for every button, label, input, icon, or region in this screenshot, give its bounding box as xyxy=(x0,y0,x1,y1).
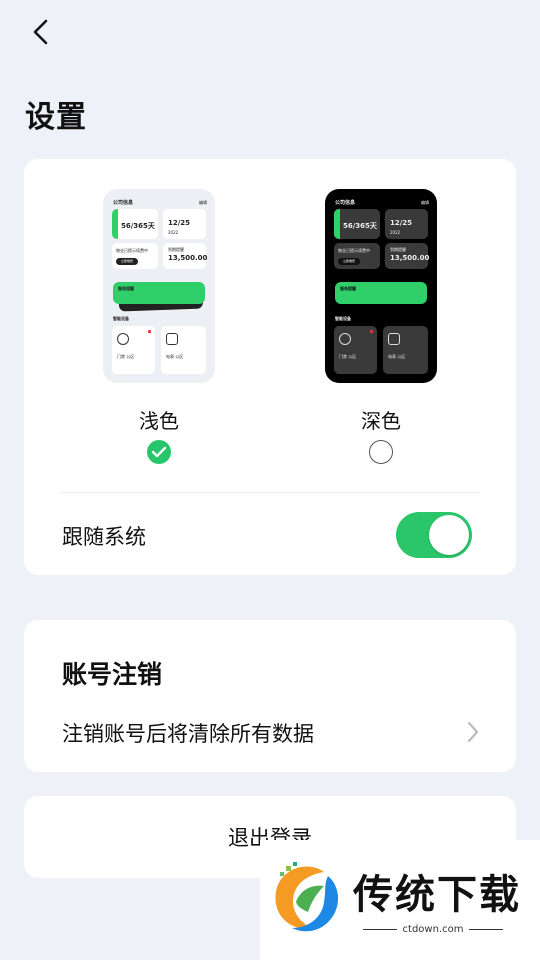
dark-theme-preview[interactable]: 公司信息 编辑 56/365天 12/25 2022 物业已提示续费中 立即缴费… xyxy=(325,189,437,383)
divider xyxy=(60,492,480,493)
preview-notice: 服务提醒 xyxy=(335,282,427,304)
chevron-right-icon xyxy=(467,721,479,743)
preview-days-card: 56/365天 xyxy=(112,209,158,239)
preview-pill: 立即缴费 xyxy=(116,258,138,265)
preview-device2: 电表 公区 xyxy=(161,326,206,374)
preview-date-card: 12/25 2022 xyxy=(385,209,428,239)
preview-due-label: 到期提醒 xyxy=(168,247,184,252)
follow-system-label: 跟随系统 xyxy=(62,525,146,549)
follow-system-toggle[interactable] xyxy=(396,512,472,558)
preview-hint-card: 物业已提示续费中 立即缴费 xyxy=(334,243,380,269)
preview-days: 56/365天 xyxy=(343,222,377,230)
preview-due-label: 到期提醒 xyxy=(390,247,406,252)
light-theme-preview[interactable]: 公司信息 编辑 56/365天 12/25 2022 物业已提示续费中 立即缴费… xyxy=(103,189,215,383)
account-deletion-title: 账号注销 xyxy=(62,660,163,689)
preview-notice-title: 服务提醒 xyxy=(340,286,356,291)
preview-amount-card: 到期提醒 13,500.00 xyxy=(385,243,430,269)
watermark-url: ctdown.com xyxy=(353,924,513,935)
account-deletion-row[interactable]: 注销账号后将清除所有数据 xyxy=(24,710,516,750)
preview-section: 智能设备 xyxy=(335,316,351,321)
dark-theme-radio[interactable] xyxy=(369,440,393,464)
preview-notice-title: 服务提醒 xyxy=(118,286,134,291)
account-deletion-description: 注销账号后将清除所有数据 xyxy=(62,722,314,746)
light-theme-radio[interactable] xyxy=(147,440,171,464)
page-title: 设置 xyxy=(25,100,87,135)
watermark-text: 传统下载 xyxy=(353,872,521,918)
preview-pill: 立即缴费 xyxy=(338,258,360,265)
preview-year: 2022 xyxy=(168,230,179,235)
preview-heading: 公司信息 xyxy=(113,200,134,206)
preview-year: 2022 xyxy=(390,230,401,235)
preview-device1-label: 门禁 公区 xyxy=(117,354,135,359)
preview-hint-card: 物业已提示续费中 立即缴费 xyxy=(112,243,158,269)
preview-days: 56/365天 xyxy=(121,222,155,230)
preview-device2-label: 电表 公区 xyxy=(166,354,184,359)
preview-device1: 门禁 公区 xyxy=(334,326,377,374)
watermark: 传统下载 ctdown.com xyxy=(260,840,540,960)
chevron-left-icon xyxy=(33,19,48,45)
watermark-logo-icon xyxy=(275,862,339,932)
preview-notice: 服务提醒 xyxy=(113,282,205,304)
preview-date: 12/25 xyxy=(390,219,413,227)
dark-theme-label: 深色 xyxy=(361,409,401,433)
preview-device2-label: 电表 公区 xyxy=(388,354,406,359)
preview-section: 智能设备 xyxy=(113,316,129,321)
preview-days-card: 56/365天 xyxy=(334,209,380,239)
theme-card: 公司信息 编辑 56/365天 12/25 2022 物业已提示续费中 立即缴费… xyxy=(24,159,516,575)
preview-device1: 门禁 公区 xyxy=(112,326,155,374)
check-icon xyxy=(151,446,167,458)
preview-heading-right: 编辑 xyxy=(421,200,429,205)
preview-hint: 物业已提示续费中 xyxy=(116,248,148,253)
back-button[interactable] xyxy=(26,16,58,48)
preview-amount: 13,500.00 xyxy=(168,254,208,262)
preview-heading: 公司信息 xyxy=(335,200,356,206)
light-theme-label: 浅色 xyxy=(139,409,179,433)
preview-amount: 13,500.00 xyxy=(390,254,430,262)
preview-device1-label: 门禁 公区 xyxy=(339,354,357,359)
preview-date-card: 12/25 2022 xyxy=(163,209,206,239)
preview-date: 12/25 xyxy=(168,219,191,227)
preview-device2: 电表 公区 xyxy=(383,326,428,374)
preview-heading-right: 编辑 xyxy=(199,200,207,205)
account-deletion-card: 账号注销 注销账号后将清除所有数据 xyxy=(24,620,516,772)
preview-amount-card: 到期提醒 13,500.00 xyxy=(163,243,208,269)
toggle-knob xyxy=(429,515,469,555)
preview-hint: 物业已提示续费中 xyxy=(338,248,370,253)
